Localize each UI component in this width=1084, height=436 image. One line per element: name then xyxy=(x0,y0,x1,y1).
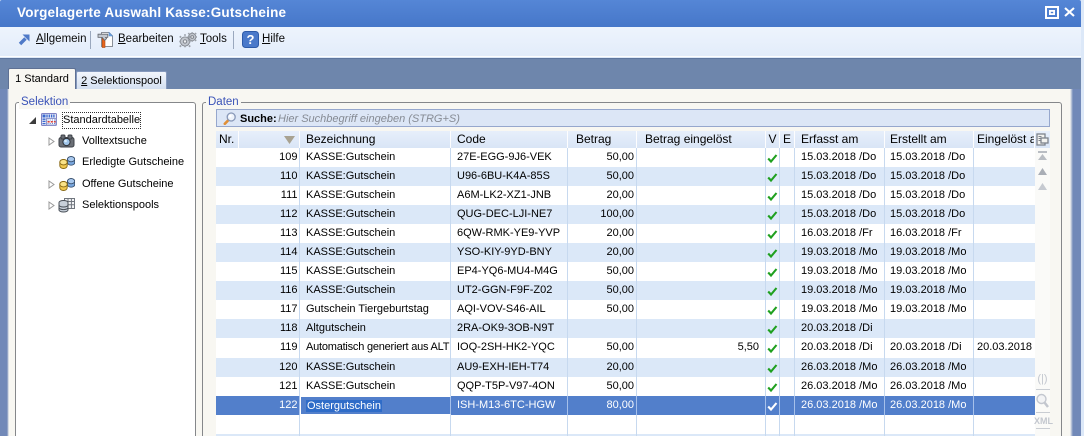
svg-text:?: ? xyxy=(247,32,255,47)
